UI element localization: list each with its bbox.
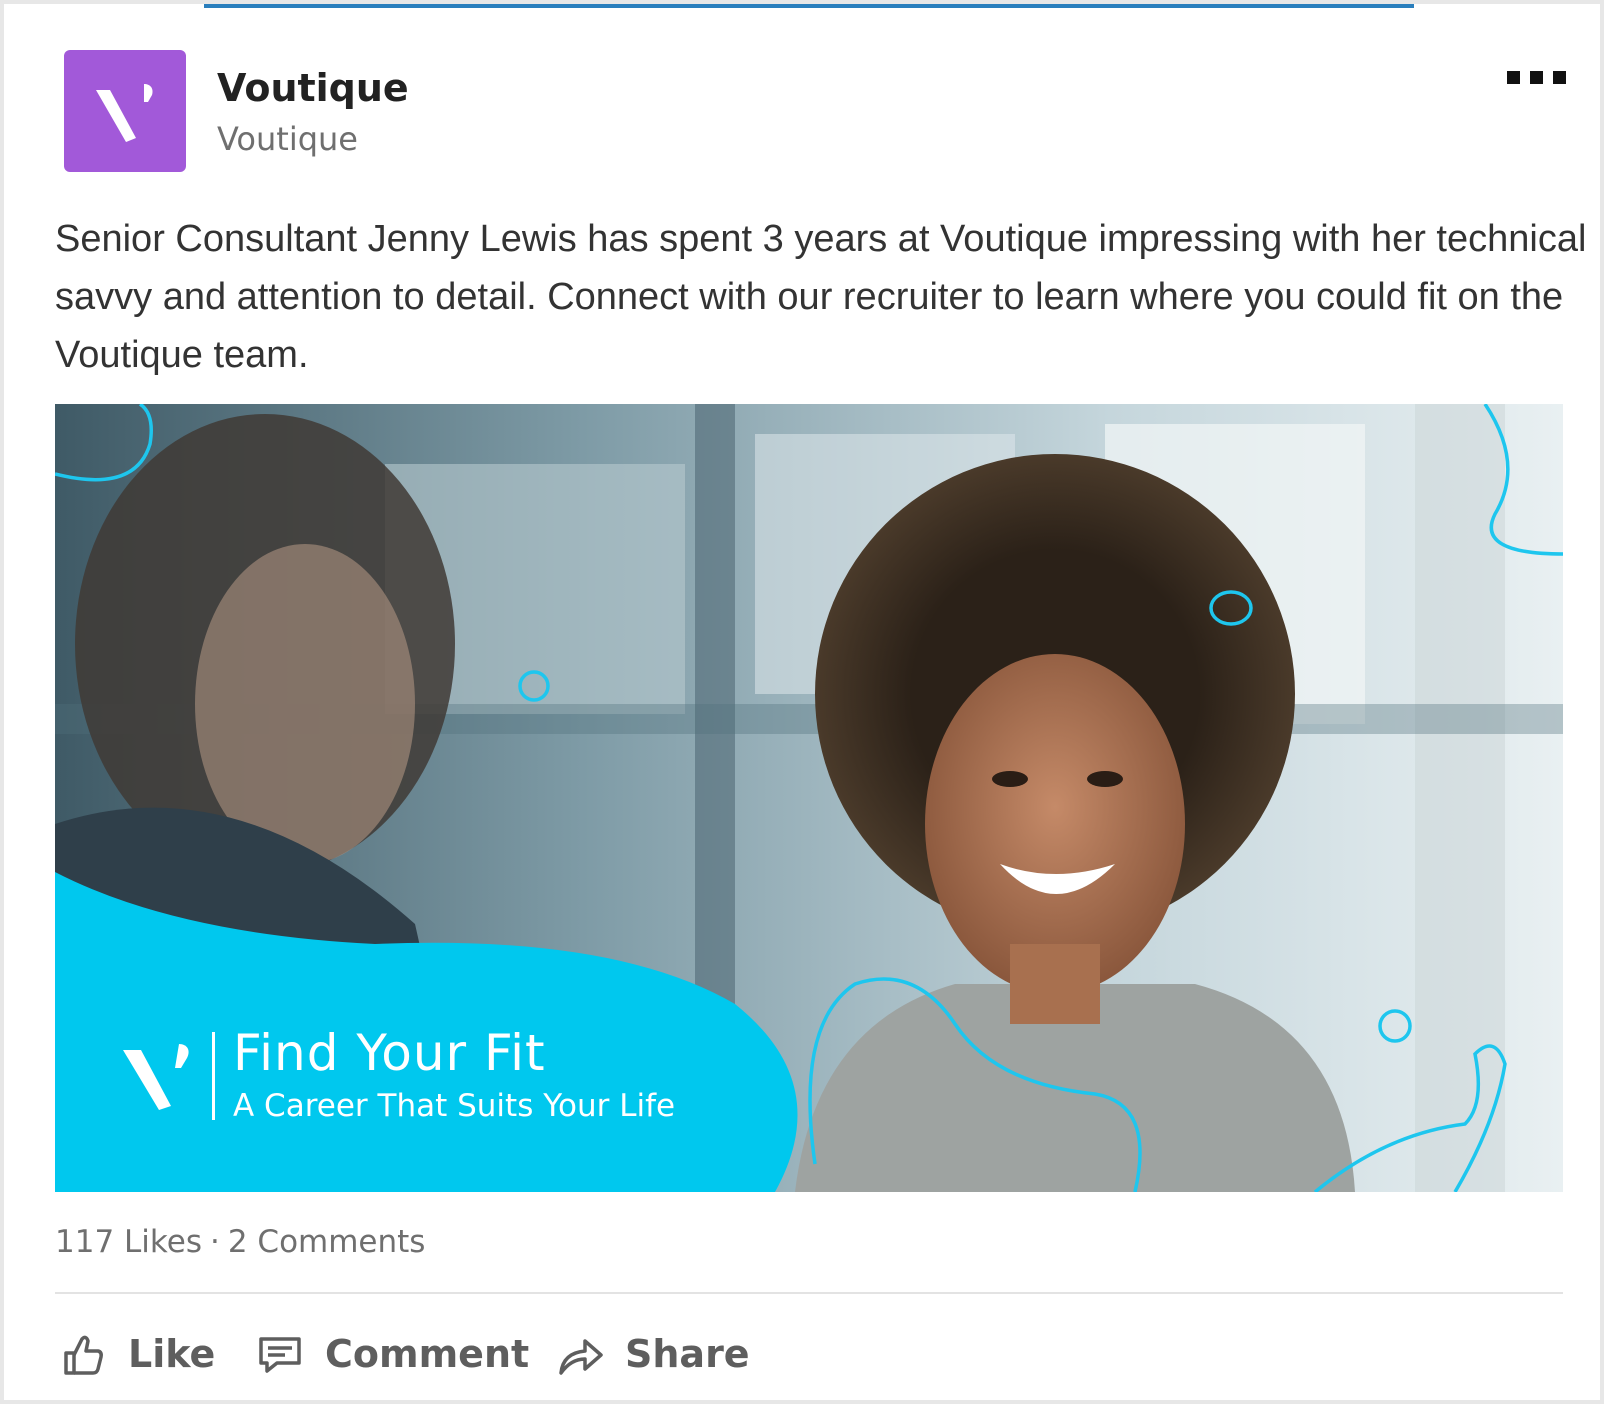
share-arrow-icon <box>557 1331 603 1377</box>
company-logo[interactable] <box>64 50 186 172</box>
share-button[interactable]: Share <box>557 1322 750 1386</box>
company-name[interactable]: Voutique <box>217 66 409 110</box>
share-label: Share <box>625 1332 750 1376</box>
like-label: Like <box>128 1332 216 1376</box>
counts-separator: · <box>209 1224 220 1260</box>
divider <box>55 1292 1563 1294</box>
voutique-white-logo-icon <box>123 1044 189 1110</box>
post-image[interactable]: Find Your Fit A Career That Suits Your L… <box>55 404 1563 1192</box>
comment-label: Comment <box>325 1332 530 1376</box>
top-accent-bar <box>204 4 1414 8</box>
comment-icon <box>257 1331 303 1377</box>
engagement-counts: 117 Likes · 2 Comments <box>55 1224 425 1260</box>
hero-headline: Find Your Fit <box>233 1024 546 1082</box>
post-text: Senior Consultant Jenny Lewis has spent … <box>55 218 1587 376</box>
more-horizontal-icon <box>1507 71 1566 84</box>
more-options-button[interactable] <box>1501 62 1573 92</box>
comment-button[interactable]: Comment <box>257 1322 529 1386</box>
likes-count[interactable]: 117 Likes <box>55 1224 202 1260</box>
post-card: Voutique Voutique Senior Consultant Jenn… <box>0 0 1604 1404</box>
hero-tagline: A Career That Suits Your Life <box>233 1088 676 1124</box>
voutique-logo-icon <box>64 50 186 172</box>
company-subtitle: Voutique <box>217 120 358 158</box>
hero-divider <box>212 1032 215 1120</box>
like-button[interactable]: Like <box>60 1322 215 1386</box>
comments-count[interactable]: 2 Comments <box>228 1224 426 1260</box>
thumbs-up-icon <box>60 1331 106 1377</box>
